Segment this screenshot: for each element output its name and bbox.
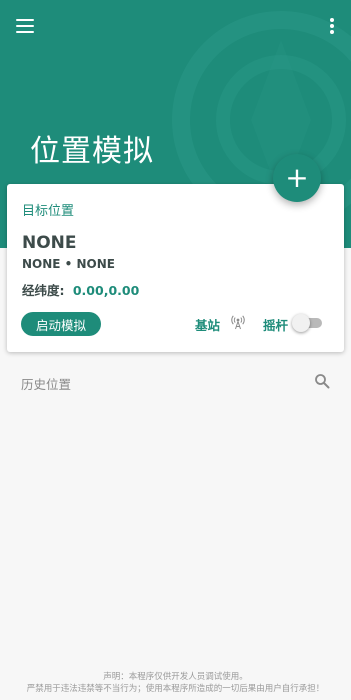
joystick-toggle[interactable] [292, 314, 322, 332]
toggle-thumb [292, 314, 310, 332]
disclaimer-line-1: 声明：本程序仅供开发人员调试使用。 [103, 672, 248, 682]
start-simulation-button[interactable]: 启动模拟 [21, 312, 101, 336]
app-screen: 位置模拟 + 目标位置 NONE NONE • NONE 经纬度: 0.00,0… [0, 0, 351, 700]
search-icon[interactable] [314, 373, 330, 389]
coordinates-row: 经纬度: 0.00,0.00 [22, 280, 139, 299]
target-location-card: 目标位置 NONE NONE • NONE 经纬度: 0.00,0.00 启动模… [7, 184, 344, 352]
coordinates-value: 0.00,0.00 [72, 283, 140, 298]
disclaimer-line-2: 严禁用于违法违禁等不当行为；使用本程序所造成的一切后果由用户自行承担！ [26, 684, 325, 694]
card-section-label: 目标位置 [22, 204, 75, 219]
location-name: NONE [22, 233, 77, 253]
menu-button[interactable] [14, 14, 38, 38]
coordinates-label: 经纬度: [22, 283, 65, 298]
add-location-button[interactable]: + [273, 154, 321, 202]
base-station-label[interactable]: 基站 [195, 315, 220, 334]
disclaimer-footer: 声明：本程序仅供开发人员调试使用。 严禁用于违法违禁等不当行为；使用本程序所造成… [0, 671, 351, 695]
add-icon: + [285, 161, 309, 194]
history-section-label: 历史位置 [21, 377, 72, 392]
location-subtitle: NONE • NONE [22, 257, 115, 271]
page-title: 位置模拟 [30, 134, 154, 169]
more-options-button[interactable] [325, 14, 339, 38]
joystick-label: 摇杆 [263, 318, 289, 333]
antenna-icon[interactable] [230, 314, 246, 330]
